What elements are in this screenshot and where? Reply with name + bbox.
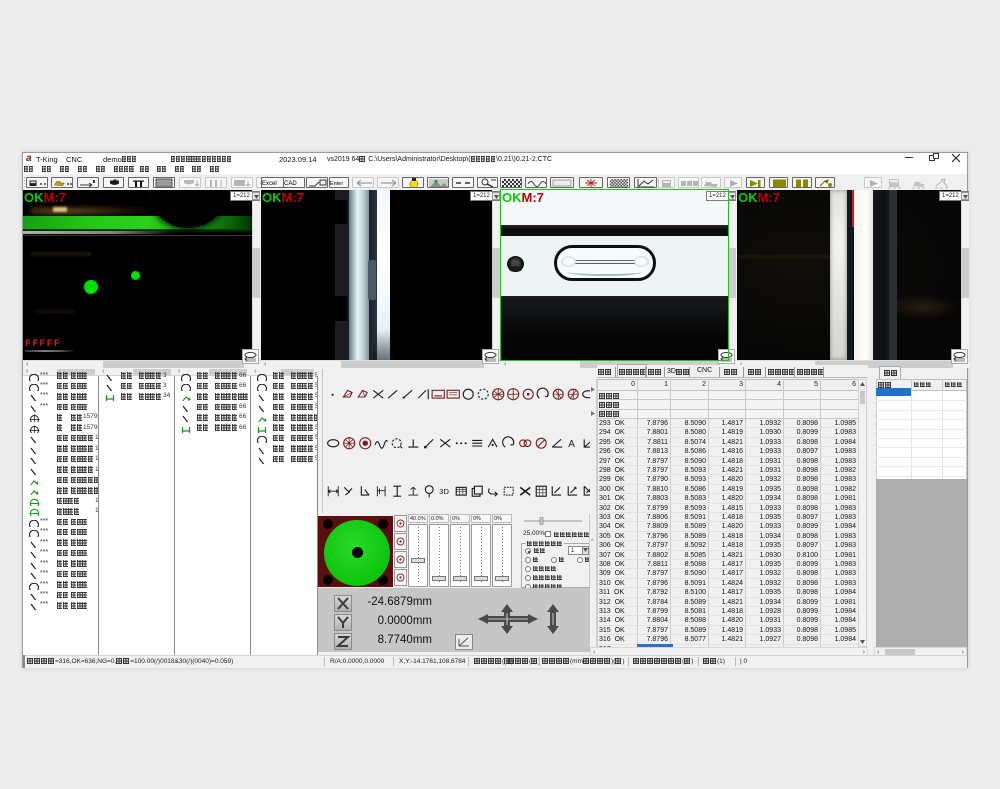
svg-text:3D: 3D: [439, 487, 449, 496]
svg-text:A: A: [568, 439, 575, 450]
